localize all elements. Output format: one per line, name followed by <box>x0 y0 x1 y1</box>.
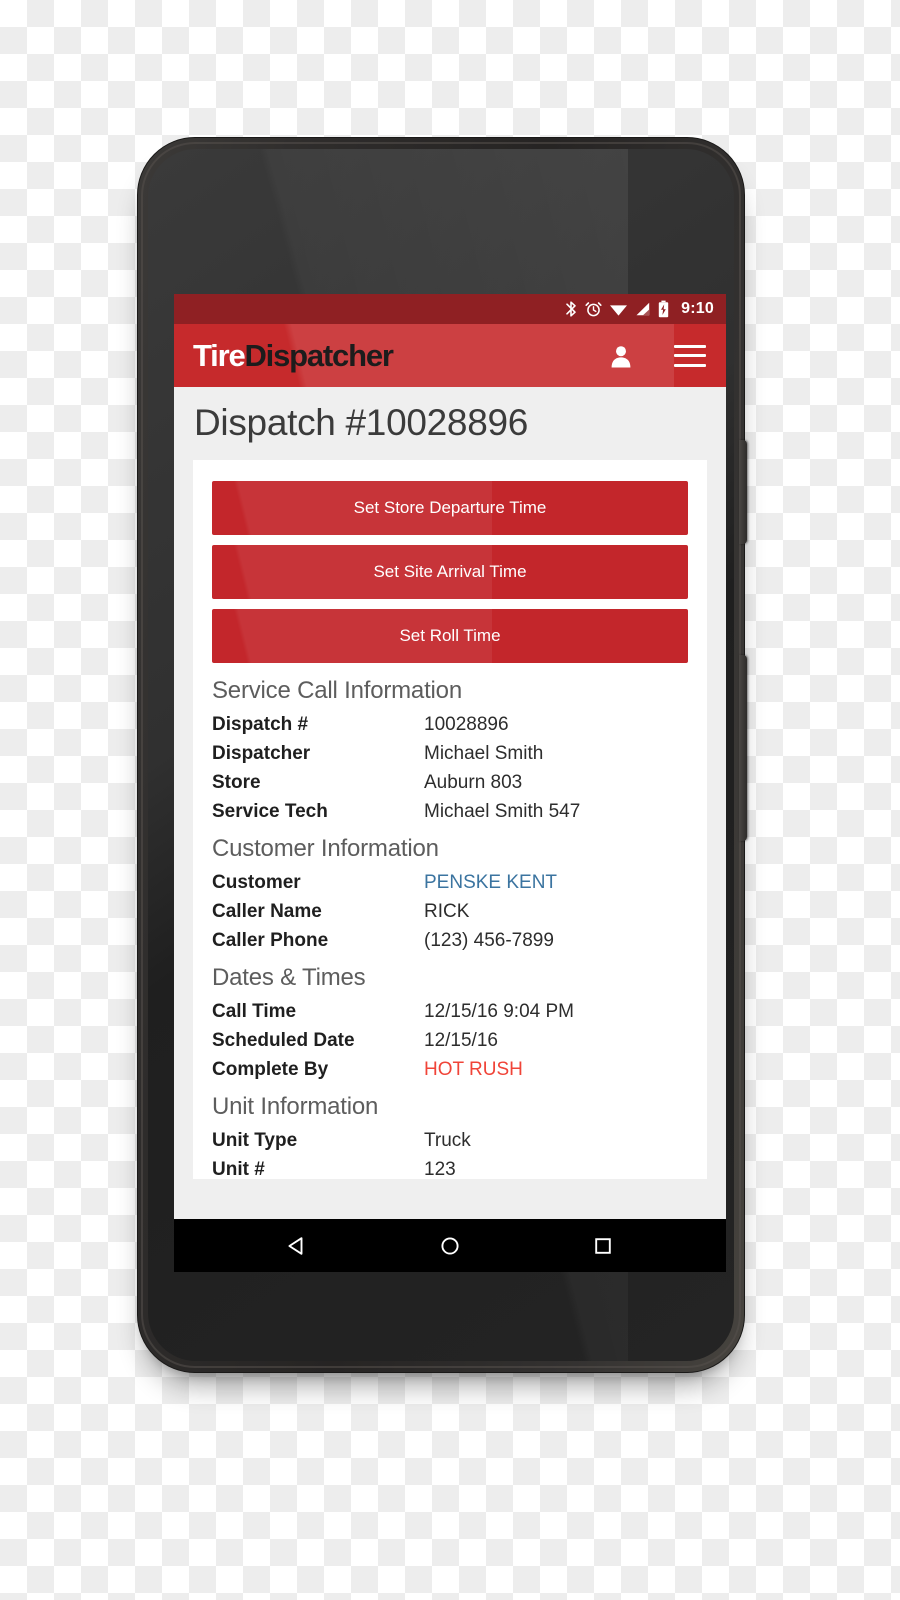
detail-value: Michael Smith <box>424 742 544 764</box>
menu-icon-line-3 <box>674 363 706 367</box>
detail-row: Caller Phone (123) 456-7899 <box>212 931 688 950</box>
detail-section: Customer Information Customer PENSKE KENT C… <box>212 835 688 950</box>
detail-list: Customer PENSKE KENT Caller Name RICK Caller… <box>212 873 688 950</box>
detail-section: Unit Information Unit Type Truck Unit # 123 <box>212 1093 688 1179</box>
section-heading: Customer Information <box>212 834 439 862</box>
detail-label: Dispatch # <box>212 713 309 735</box>
detail-label: Caller Name <box>212 900 322 922</box>
home-button[interactable] <box>425 1226 475 1266</box>
detail-row: Caller Name RICK <box>212 902 688 921</box>
home-circle-icon <box>441 1236 459 1255</box>
page-content: Dispatch # 10028896 Set Store Departure T… <box>174 387 726 1219</box>
detail-row: Call Time 12/15/16 9:04 PM <box>212 1002 688 1021</box>
recents-square-icon <box>595 1237 612 1254</box>
menu-icon-line-1 <box>674 344 706 348</box>
power-button[interactable] <box>739 440 747 544</box>
detail-row: Store Auburn 803 <box>212 773 688 792</box>
detail-label: Scheduled Date <box>212 1029 355 1051</box>
action-button[interactable]: Set Roll Time <box>212 608 688 663</box>
detail-section: Service Call Information Dispatch # 100288… <box>212 677 688 821</box>
detail-label: Caller Phone <box>212 929 329 951</box>
detail-label: Complete By <box>212 1058 329 1080</box>
account-icon <box>611 345 631 367</box>
app-logo-part-1: Tire <box>193 338 246 373</box>
detail-row: Service Tech Michael Smith 547 <box>212 802 688 821</box>
detail-row: Dispatch # 10028896 <box>212 715 688 734</box>
detail-label: Unit # <box>212 1158 265 1180</box>
detail-label: Store <box>212 771 261 793</box>
wifi-icon <box>610 305 628 316</box>
detail-value: 12/15/16 9:04 PM <box>424 1000 574 1022</box>
action-button[interactable]: Set Store Departure Time <box>212 480 688 535</box>
detail-row: Unit # 123 <box>212 1160 688 1179</box>
device-front-panel: 9:10 TireDispatcher Dispatch #10028896 S… <box>148 149 734 1361</box>
detail-label: Dispatcher <box>212 742 311 764</box>
detail-label: Unit Type <box>212 1129 298 1151</box>
detail-row: Unit Type Truck <box>212 1131 688 1150</box>
app-logo-part-2: Dispatcher <box>244 338 394 373</box>
back-button[interactable] <box>272 1226 322 1266</box>
detail-list: Dispatch # 10028896 Dispatcher Michael Smit… <box>212 715 688 821</box>
app-logo[interactable]: TireDispatcher <box>193 338 394 373</box>
detail-label: Customer <box>212 871 301 893</box>
detail-row: Dispatcher Michael Smith <box>212 744 688 763</box>
bluetooth-icon <box>566 301 576 317</box>
detail-value-alert: HOT RUSH <box>424 1058 523 1080</box>
status-bar: 9:10 <box>174 294 726 324</box>
detail-value-link[interactable]: PENSKE KENT <box>424 873 557 892</box>
detail-value: (123) 456-7899 <box>424 929 554 951</box>
action-button-label: Set Site Arrival Time <box>373 561 527 581</box>
detail-sections: Service Call Information Dispatch # 100288… <box>212 677 688 1179</box>
menu-button[interactable] <box>674 344 706 367</box>
section-heading: Unit Information <box>212 1092 379 1120</box>
account-button[interactable] <box>610 343 632 369</box>
detail-value: Michael Smith 547 <box>424 800 581 822</box>
phone-screen: 9:10 TireDispatcher Dispatch #10028896 S… <box>174 294 726 1272</box>
detail-row: Scheduled Date 12/15/16 <box>212 1031 688 1050</box>
status-bar-clock: 9:10 <box>681 300 714 317</box>
detail-value: Truck <box>424 1129 471 1151</box>
detail-row: Complete By HOT RUSH <box>212 1060 688 1079</box>
volume-rocker[interactable] <box>739 655 747 841</box>
back-triangle-icon <box>288 1236 303 1255</box>
android-nav-bar <box>174 1219 726 1272</box>
detail-label: Service Tech <box>212 800 328 822</box>
detail-list: Call Time 12/15/16 9:04 PM Scheduled Date 1… <box>212 1002 688 1079</box>
section-heading: Service Call Information <box>212 676 462 704</box>
action-button-label: Set Store Departure Time <box>353 497 547 517</box>
app-bar: TireDispatcher <box>174 324 726 387</box>
detail-row: Customer PENSKE KENT <box>212 873 688 892</box>
menu-icon-line-2 <box>674 354 706 357</box>
recents-button[interactable] <box>578 1226 628 1266</box>
app-bar-actions <box>610 343 706 369</box>
detail-label: Call Time <box>212 1000 297 1022</box>
status-bar-icons <box>564 300 669 318</box>
detail-value: 10028896 <box>424 713 509 735</box>
action-button[interactable]: Set Site Arrival Time <box>212 544 688 599</box>
battery-charging-icon <box>658 300 669 318</box>
detail-value: RICK <box>424 900 470 922</box>
detail-section: Dates & Times Call Time 12/15/16 9:04 PM Sc… <box>212 964 688 1079</box>
phone-device: 9:10 TireDispatcher Dispatch #10028896 S… <box>137 137 747 1373</box>
detail-value: 123 <box>424 1158 456 1180</box>
dispatch-card: Set Store Departure Time Set Site Arrival… <box>193 459 707 1179</box>
action-buttons: Set Store Departure Time Set Site Arrival… <box>212 480 688 663</box>
page-title: Dispatch #10028896 <box>194 402 529 443</box>
alarm-icon <box>585 302 602 317</box>
detail-list: Unit Type Truck Unit # 123 <box>212 1131 688 1179</box>
menu-icon <box>674 344 706 367</box>
detail-value: Auburn 803 <box>424 771 523 793</box>
cell-signal-icon <box>636 302 650 316</box>
section-heading: Dates & Times <box>212 963 366 991</box>
detail-value: 12/15/16 <box>424 1029 498 1051</box>
action-button-label: Set Roll Time <box>399 625 501 645</box>
